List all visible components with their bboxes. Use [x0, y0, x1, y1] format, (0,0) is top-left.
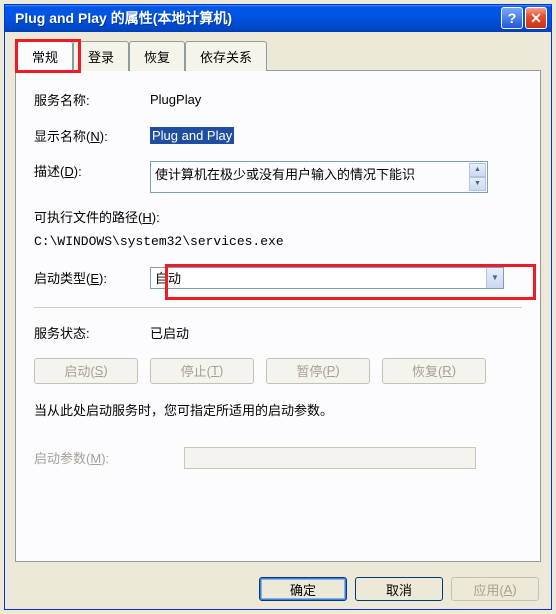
dialog-footer: 确定 取消 应用(A): [5, 570, 551, 609]
chevron-down-icon: ▼: [486, 268, 503, 288]
status-value: 已启动: [150, 323, 189, 342]
exe-path-value: C:\WINDOWS\system32\services.exe: [34, 232, 522, 251]
service-name-value: PlugPlay: [150, 92, 201, 107]
resume-button: 恢复(R): [382, 358, 486, 384]
start-params-input: [184, 447, 476, 469]
general-panel: 服务名称: PlugPlay 显示名称(N): Plug and Play 描述…: [15, 70, 541, 562]
tab-strip: 常规 登录 恢复 依存关系: [17, 40, 541, 70]
stop-button: 停止(T): [150, 358, 254, 384]
start-button: 启动(S): [34, 358, 138, 384]
display-name-label: 显示名称(N):: [34, 126, 150, 145]
description-textarea[interactable]: 使计算机在极少或没有用户输入的情况下能识 ▲ ▼: [150, 161, 488, 193]
close-icon: ✕: [530, 10, 542, 27]
content-area: 常规 登录 恢复 依存关系 服务名称: PlugPlay 显示名称(N): Pl…: [5, 32, 551, 570]
ok-button[interactable]: 确定: [259, 577, 347, 601]
help-button[interactable]: ?: [501, 7, 523, 29]
startup-type-label: 启动类型(E):: [34, 268, 150, 287]
tab-general[interactable]: 常规: [17, 41, 73, 71]
properties-dialog: Plug and Play 的属性(本地计算机) ? ✕ 常规 登录 恢复 依存…: [4, 4, 552, 610]
close-button[interactable]: ✕: [525, 7, 547, 29]
scroll-down-button[interactable]: ▼: [469, 177, 486, 191]
display-name-value[interactable]: Plug and Play: [150, 127, 234, 144]
tab-recovery[interactable]: 恢复: [129, 41, 185, 71]
tab-dependencies[interactable]: 依存关系: [185, 41, 267, 71]
pause-button: 暂停(P): [266, 358, 370, 384]
description-scrollbar: ▲ ▼: [469, 163, 486, 191]
startup-type-select[interactable]: 自动 ▼: [150, 267, 504, 289]
start-params-label: 启动参数(M):: [34, 448, 184, 467]
start-params-row: 启动参数(M):: [34, 447, 522, 469]
description-row: 描述(D): 使计算机在极少或没有用户输入的情况下能识 ▲ ▼: [34, 161, 522, 193]
window-title: Plug and Play 的属性(本地计算机): [9, 8, 499, 28]
scroll-up-button[interactable]: ▲: [469, 163, 486, 177]
display-name-row: 显示名称(N): Plug and Play: [34, 125, 522, 147]
tab-logon[interactable]: 登录: [73, 41, 129, 71]
separator: [34, 307, 522, 308]
status-label: 服务状态:: [34, 323, 150, 342]
description-label: 描述(D):: [34, 161, 150, 180]
note-text: 当从此处启动服务时，您可指定所适用的启动参数。: [34, 400, 522, 419]
service-control-buttons: 启动(S) 停止(T) 暂停(P) 恢复(R): [34, 358, 522, 384]
apply-button: 应用(A): [451, 577, 539, 601]
service-name-label: 服务名称:: [34, 90, 150, 109]
cancel-button[interactable]: 取消: [355, 577, 443, 601]
exe-path-label: 可执行文件的路径(H):: [34, 207, 522, 226]
service-name-row: 服务名称: PlugPlay: [34, 89, 522, 111]
startup-type-row: 启动类型(E): 自动 ▼: [34, 267, 522, 289]
titlebar[interactable]: Plug and Play 的属性(本地计算机) ? ✕: [5, 5, 551, 32]
status-row: 服务状态: 已启动: [34, 322, 522, 344]
